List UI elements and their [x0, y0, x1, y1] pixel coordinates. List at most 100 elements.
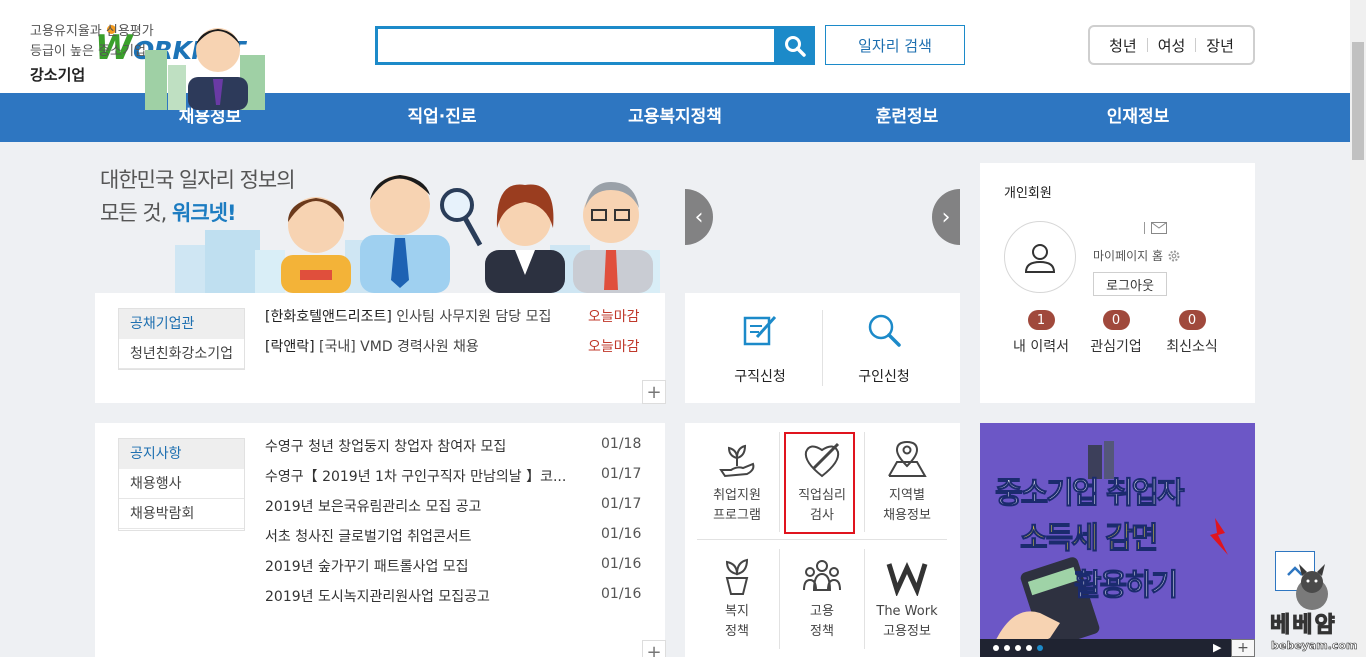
service-label: 채용정보	[883, 508, 931, 523]
hero-headline: 대한민국 일자리 정보의	[100, 168, 296, 192]
service-regional-jobs[interactable]: 지역별 채용정보	[865, 440, 949, 526]
hand-sprout-icon	[719, 444, 755, 478]
service-employment-policy[interactable]: 고용 정책	[780, 556, 864, 642]
quick-link-senior[interactable]: 장년	[1206, 35, 1234, 56]
notice-date: 01/17	[601, 466, 642, 482]
slide-illustration	[145, 28, 265, 110]
notice-date: 01/18	[601, 436, 642, 452]
count-interest-companies[interactable]: 0 관심기업	[1084, 310, 1148, 356]
search-input[interactable]	[378, 29, 774, 62]
slide-text: 고용유지율과 신용평가	[30, 24, 154, 39]
divider	[1146, 38, 1148, 52]
job-search-button[interactable]: 일자리 검색	[825, 25, 965, 65]
banner-next-button[interactable]: ▶	[1213, 641, 1221, 654]
slide-text: 등급이 높은 중소기업	[30, 44, 146, 59]
banner-title: 중소기업 취업자	[995, 476, 1186, 512]
job-title: [국내] VMD 경력사원 채용	[319, 339, 479, 355]
service-label: 정책	[810, 624, 834, 639]
count-badge: 0	[1178, 310, 1206, 330]
service-label: 취업지원	[713, 488, 761, 503]
notice-date: 01/16	[601, 586, 642, 602]
service-welfare-policy[interactable]: 복지 정책	[695, 556, 779, 642]
company-name: [락앤락]	[265, 339, 315, 355]
service-label: 고용	[810, 604, 834, 619]
notice-row[interactable]: 2019년 보은국유림관리소 모집 공고	[265, 496, 481, 516]
search-box	[375, 26, 777, 65]
nav-item-career[interactable]: 직업·진로	[407, 93, 476, 142]
notice-tabs: 공지사항 채용행사 채용박람회	[118, 438, 245, 531]
notice-row[interactable]: 서초 청사진 글로벌기업 취업콘서트	[265, 526, 472, 546]
notice-row[interactable]: 수영구【 2019년 1차 구인구직자 만남의날 】코...	[265, 466, 566, 486]
tab-youth-friendly-companies[interactable]: 청년친화강소기업	[119, 339, 244, 369]
watermark-text: 베베얌	[1270, 613, 1337, 639]
quick-links: 청년 여성 장년	[1088, 25, 1255, 65]
gear-icon	[1168, 250, 1180, 261]
member-title: 개인회원	[1004, 186, 1052, 201]
hero-text: 모든 것,	[100, 201, 167, 225]
search-button[interactable]	[775, 26, 815, 65]
deadline-badge: 오늘마감	[588, 339, 640, 355]
divider	[697, 539, 947, 540]
count-resume[interactable]: 1 내 이력서	[1009, 310, 1073, 356]
divider	[1144, 222, 1145, 234]
notice-row[interactable]: 2019년 도시녹지관리원사업 모집공고	[265, 586, 490, 606]
service-label: 고용정보	[883, 624, 931, 639]
mypage-label: 마이페이지 홈	[1093, 249, 1164, 263]
tab-job-events[interactable]: 채용행사	[119, 469, 244, 499]
hero-brand: 워크넷!	[172, 201, 237, 225]
slide-next-button[interactable]: ›	[932, 189, 960, 245]
notice-more-button[interactable]: +	[642, 640, 666, 657]
notice-date: 01/16	[601, 556, 642, 572]
job-offer-button[interactable]: 구인신청	[849, 312, 919, 386]
plant-pot-icon	[725, 558, 749, 595]
service-the-work[interactable]: The Work 고용정보	[865, 556, 949, 642]
count-label: 내 이력서	[1013, 339, 1069, 355]
banner-subtitle: 활용하기	[1073, 568, 1178, 604]
mail-icon[interactable]	[1151, 222, 1167, 234]
recruit-row[interactable]: [락앤락] [국내] VMD 경력사원 채용	[265, 336, 479, 356]
nav-item-talent[interactable]: 인재정보	[1107, 93, 1170, 142]
job-seek-button[interactable]: 구직신청	[725, 312, 795, 386]
divider	[1195, 38, 1197, 52]
tab-job-fairs[interactable]: 채용박람회	[119, 499, 244, 529]
user-icon	[1024, 244, 1056, 273]
divider	[822, 310, 823, 386]
map-pin-icon	[888, 440, 927, 477]
service-label: 정책	[725, 624, 749, 639]
count-latest-news[interactable]: 0 최신소식	[1160, 310, 1224, 356]
logout-button[interactable]: 로그아웃	[1093, 272, 1167, 296]
notice-row[interactable]: 수영구 청년 창업둥지 창업자 참여자 모집	[265, 436, 506, 456]
avatar	[1004, 221, 1076, 293]
scrollbar-thumb[interactable]	[1352, 42, 1364, 160]
dog-watermark-icon	[1296, 564, 1328, 610]
search-icon	[785, 35, 806, 57]
slide-title: 강소기업	[30, 66, 86, 84]
slide-prev-button[interactable]: ‹	[685, 189, 713, 245]
job-title: 인사팀 사무지원 담당 모집	[396, 309, 552, 325]
quick-link-women[interactable]: 여성	[1158, 35, 1186, 56]
pen-document-icon	[743, 315, 777, 346]
hero-subheadline: 모든 것, 워크넷!	[100, 197, 237, 227]
count-badge: 0	[1102, 310, 1130, 330]
notice-date: 01/16	[601, 526, 642, 542]
count-badge: 1	[1027, 310, 1055, 330]
service-label: 프로그램	[713, 508, 761, 523]
magnifier-icon	[868, 314, 901, 347]
recruit-row[interactable]: [한화호텔앤드리조트] 인사팀 사무지원 담당 모집	[265, 306, 551, 326]
notice-row[interactable]: 2019년 숲가꾸기 패트롤사업 모집	[265, 556, 469, 576]
nav-item-training[interactable]: 훈련정보	[876, 93, 939, 142]
tab-notices[interactable]: 공지사항	[119, 439, 244, 469]
nav-item-welfare[interactable]: 고용복지정책	[628, 93, 722, 142]
notice-date: 01/17	[601, 496, 642, 512]
highlight-box	[784, 432, 855, 534]
company-name: [한화호텔앤드리조트]	[265, 309, 392, 325]
service-label: 복지	[725, 604, 749, 619]
banner-more-button[interactable]: +	[1231, 639, 1255, 657]
w-logo-icon	[886, 561, 928, 596]
quick-link-youth[interactable]: 청년	[1109, 35, 1137, 56]
recruit-more-button[interactable]: +	[642, 380, 666, 404]
service-employment-program[interactable]: 취업지원 프로그램	[695, 440, 779, 526]
mypage-link[interactable]: 마이페이지 홈	[1093, 247, 1181, 264]
tab-public-companies[interactable]: 공채기업관	[119, 309, 244, 339]
job-seek-label: 구직신청	[734, 369, 786, 385]
